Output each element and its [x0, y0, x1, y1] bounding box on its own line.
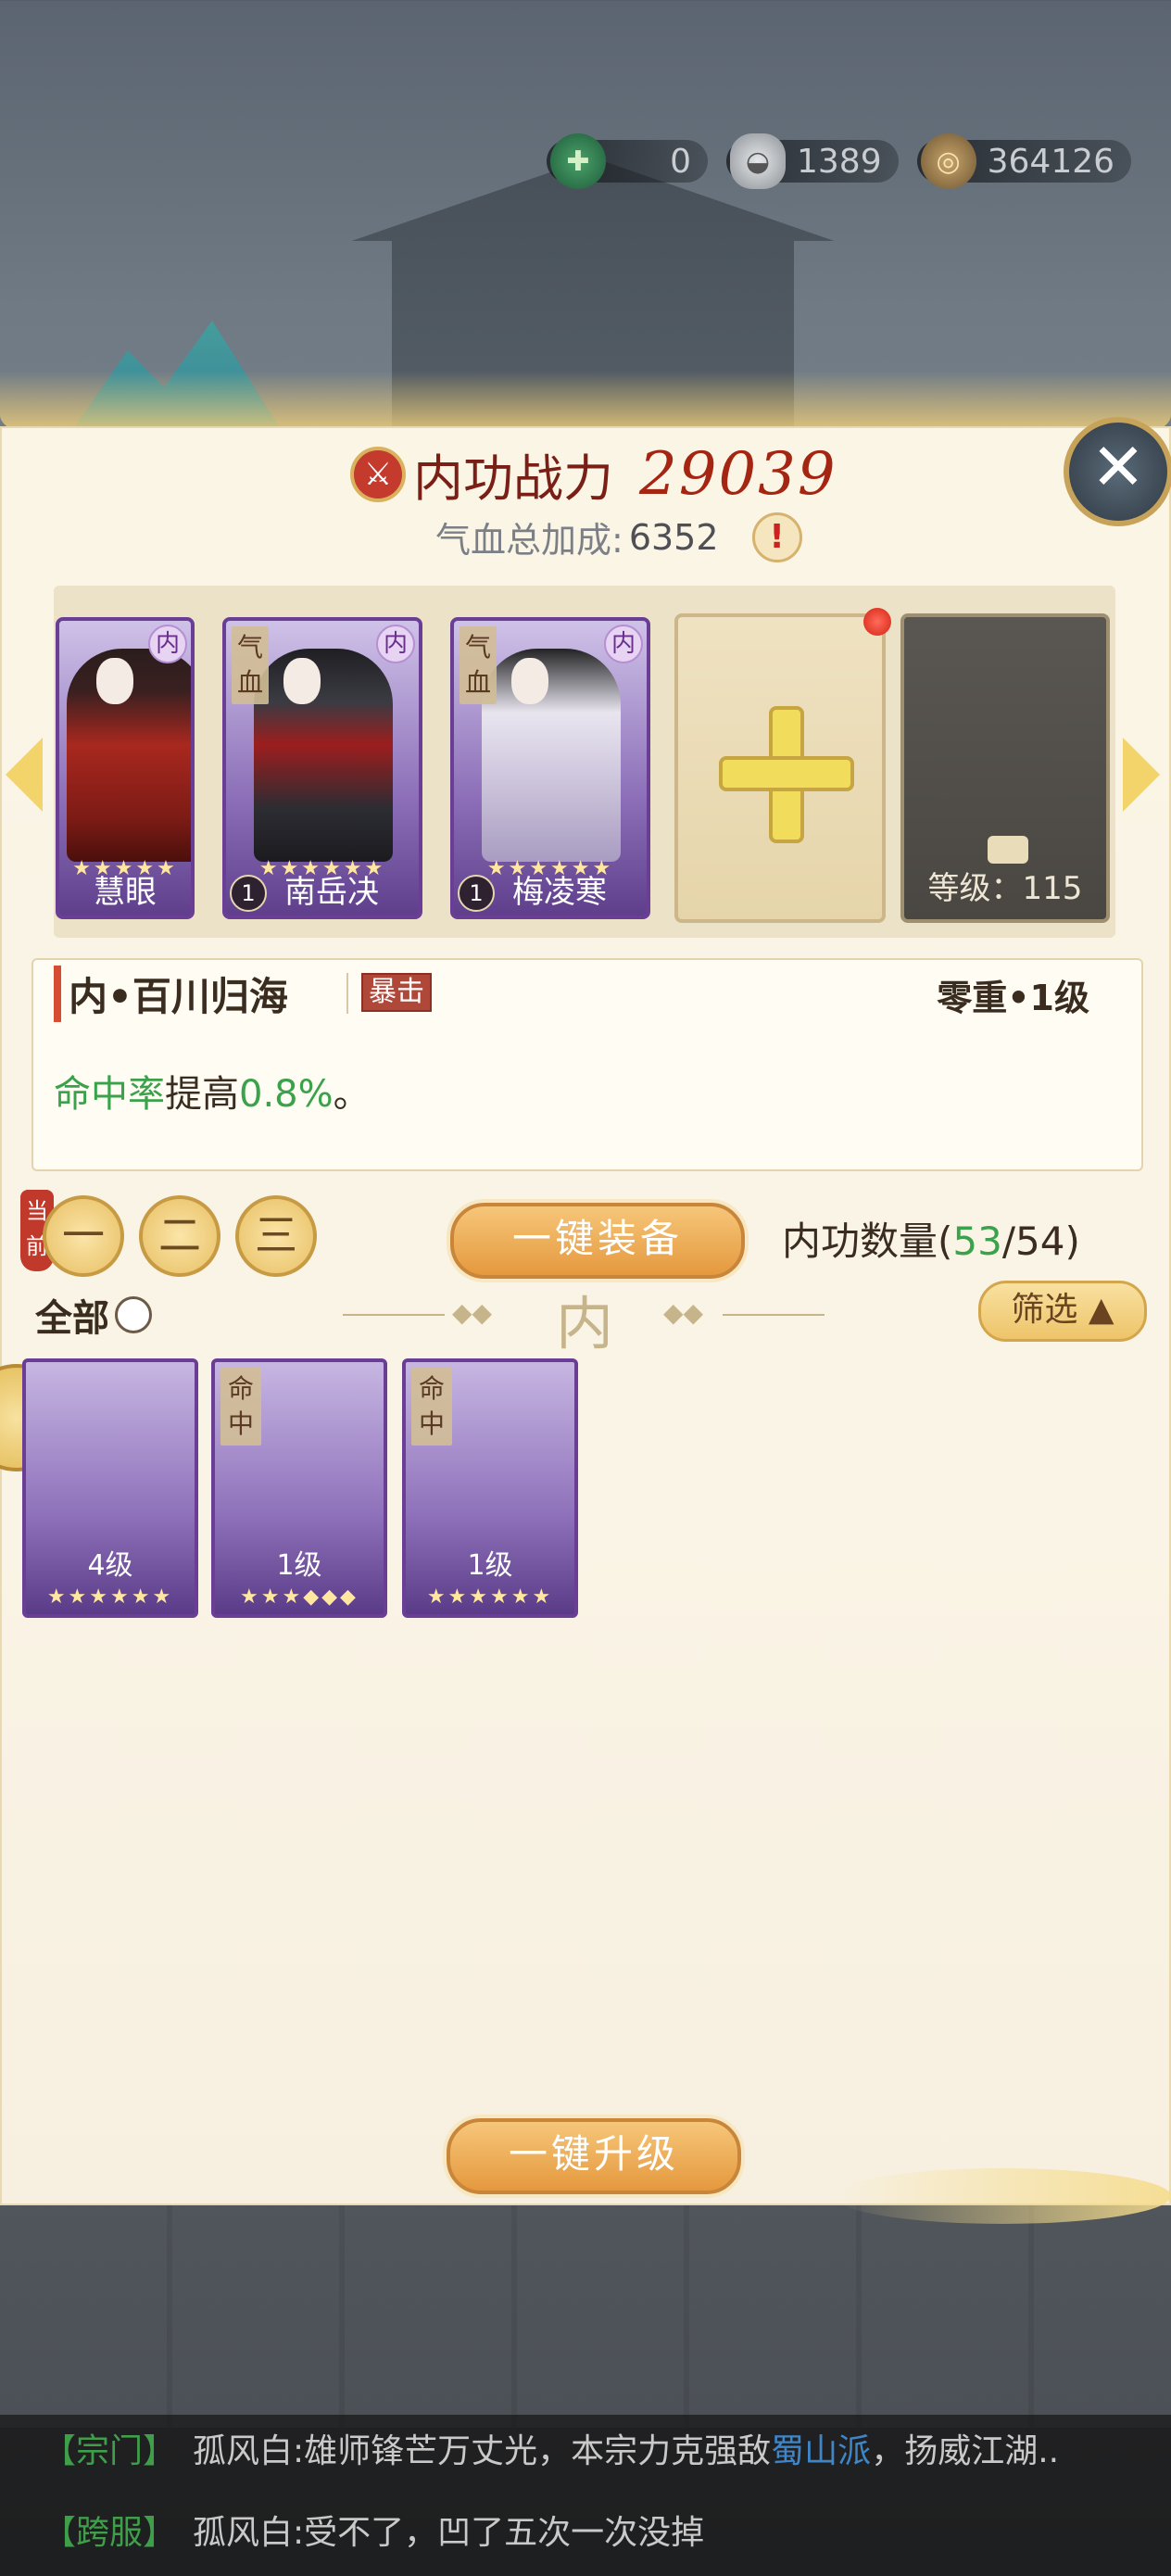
desc-mid: 提高 — [165, 1073, 239, 1116]
filter-label: 筛选 — [1011, 1291, 1078, 1329]
chat-sender: 孤风白: — [193, 2514, 305, 2552]
radio-icon[interactable] — [115, 1296, 152, 1333]
currency-bar: ✚ 0 ◒ 1389 ◎ 364126 — [547, 133, 1132, 189]
skill-grade: 零重•1级 — [937, 978, 1089, 1018]
info-exclamation-icon[interactable]: ! — [751, 511, 802, 562]
attribute-tag: 命中 — [220, 1368, 261, 1446]
desc-value: 0.8% — [239, 1073, 334, 1116]
chevron-up-icon: ▲ — [1088, 1291, 1114, 1329]
chat-text: ，扬威江湖.. — [871, 2432, 1060, 2470]
plus-icon — [719, 756, 854, 791]
power-value: 29039 — [639, 439, 837, 509]
cloud-decoration — [834, 2168, 1171, 2224]
skill-detail-box: 内•百川归海 暴击 零重•1级 命中率提高0.8%。 — [31, 958, 1143, 1171]
star-rating: ★★★◆◆◆ — [240, 1585, 359, 1609]
power-title: ⚔ 内功战力 29039 — [350, 437, 837, 511]
chat-text: 雄师锋芒万丈光，本宗力克强敌 — [304, 2432, 772, 2470]
tab-two[interactable]: 二 — [139, 1195, 220, 1277]
hp-bonus-label: 气血总加成: — [435, 520, 623, 561]
attribute-tag: 气血 — [460, 626, 497, 704]
locked-slot[interactable]: 等级：115 — [900, 613, 1110, 923]
inner-type-tag: 内 — [604, 625, 643, 663]
divider — [346, 973, 348, 1014]
jade-dragon-icon: ✚ — [550, 133, 606, 189]
character-portrait — [254, 649, 393, 862]
desc-end: 。 — [333, 1073, 371, 1116]
coin-currency[interactable]: ◎ 364126 — [916, 133, 1132, 189]
chat-highlight[interactable]: 蜀山派 — [771, 2432, 871, 2470]
star-rating: ★★★★★★ — [426, 1585, 554, 1609]
count-total: /54) — [1001, 1219, 1080, 1264]
equipped-card[interactable]: 气血 内 ★★★★★★ 1 南岳决 — [222, 617, 422, 919]
skill-description: 命中率提高0.8%。 — [54, 1064, 371, 1118]
close-button[interactable]: ✕ — [1064, 417, 1171, 526]
unlock-level-label: 等级：115 — [927, 870, 1083, 907]
inner-type-tag: 内 — [376, 625, 415, 663]
card-level: 1级 — [467, 1549, 513, 1582]
character-face — [511, 658, 548, 704]
inventory-card[interactable]: 命中 1级 ★★★◆◆◆ — [211, 1358, 387, 1618]
card-name: 慧眼 — [94, 874, 157, 911]
crossed-swords-icon: ⚔ — [350, 446, 406, 502]
tab-one[interactable]: 一 — [43, 1195, 124, 1277]
lock-icon — [988, 836, 1028, 864]
skill-name: 内•百川归海 — [54, 966, 288, 1022]
equip-all-button[interactable]: 一键装备 — [450, 1203, 745, 1279]
chat-channel: 【跨服】 — [43, 2514, 177, 2552]
coin-amount: 364126 — [987, 142, 1115, 181]
tab-three[interactable]: 三 — [235, 1195, 317, 1277]
hp-bonus-row: 气血总加成: 6352 ! — [435, 511, 802, 562]
chat-message: 【跨服】 孤风白:受不了，凹了五次一次没掉 — [43, 2506, 704, 2554]
card-level: 1级 — [276, 1549, 322, 1582]
divider-line — [723, 1314, 825, 1316]
silver-currency[interactable]: ◒ 1389 — [726, 133, 899, 189]
divider-line — [343, 1314, 445, 1316]
character-portrait — [482, 649, 621, 862]
chat-panel[interactable]: 【宗门】 孤风白:雄师锋芒万丈光，本宗力克强敌蜀山派，扬威江湖.. 【跨服】 孤风白… — [0, 2415, 1171, 2576]
show-all-label: 全部 — [35, 1297, 109, 1340]
inventory-card[interactable]: 命中 1级 ★★★★★★ — [402, 1358, 578, 1618]
chat-sender: 孤风白: — [193, 2432, 305, 2470]
skill-type-tag: 暴击 — [361, 973, 432, 1012]
equipped-card[interactable]: 气血 内 ★★★★★★ 1 梅凌寒 — [450, 617, 650, 919]
star-rating: ★★★★★★ — [46, 1585, 174, 1609]
floor-background — [0, 2205, 1171, 2428]
inner-type-tag: 内 — [148, 625, 187, 663]
attribute-tag: 气血 — [232, 626, 269, 704]
power-label: 内功战力 — [413, 449, 613, 508]
inventory-card[interactable]: 4级 ★★★★★★ — [22, 1358, 198, 1618]
add-slot-button[interactable] — [674, 613, 886, 923]
divider-ornament: ◆◆ — [452, 1297, 493, 1328]
card-name: 梅凌寒 — [512, 874, 607, 911]
count-current: 53 — [952, 1219, 1002, 1264]
character-face — [96, 658, 133, 704]
equipped-card[interactable]: 内 ★★★★★ 慧眼 — [56, 617, 195, 919]
chat-message: 【宗门】 孤风白:雄师锋芒万丈光，本宗力克强敌蜀山派，扬威江湖.. — [43, 2424, 1059, 2472]
jade-amount: 0 — [670, 142, 691, 181]
show-all-toggle[interactable]: 全部 — [35, 1288, 152, 1342]
coin-stack-icon: ◎ — [920, 133, 976, 189]
silver-ingot-icon: ◒ — [730, 133, 786, 189]
count-label: 内功数量( — [782, 1219, 953, 1264]
chat-channel: 【宗门】 — [43, 2432, 177, 2470]
jade-currency[interactable]: ✚ 0 — [547, 133, 708, 189]
hp-bonus-value: 6352 — [628, 516, 719, 558]
card-level: 4级 — [87, 1549, 133, 1582]
divider-ornament: ◆◆ — [663, 1297, 704, 1328]
chat-text: 受不了，凹了五次一次没掉 — [304, 2514, 705, 2552]
filter-button[interactable]: 筛选 ▲ — [978, 1281, 1147, 1342]
desc-stat: 命中率 — [54, 1073, 165, 1116]
card-name: 南岳决 — [284, 874, 379, 911]
character-face — [283, 658, 321, 704]
silver-amount: 1389 — [797, 142, 882, 181]
equipped-strip: 内 ★★★★★ 慧眼 气血 内 ★★★★★★ 1 南岳决 气血 内 ★★★★★★… — [54, 586, 1115, 938]
notification-dot — [863, 608, 891, 636]
skill-count: 内功数量(53/54) — [782, 1210, 1080, 1267]
attribute-tag: 命中 — [411, 1368, 452, 1446]
upgrade-all-button[interactable]: 一键升级 — [447, 2118, 741, 2194]
category-divider: 内 — [556, 1290, 614, 1357]
